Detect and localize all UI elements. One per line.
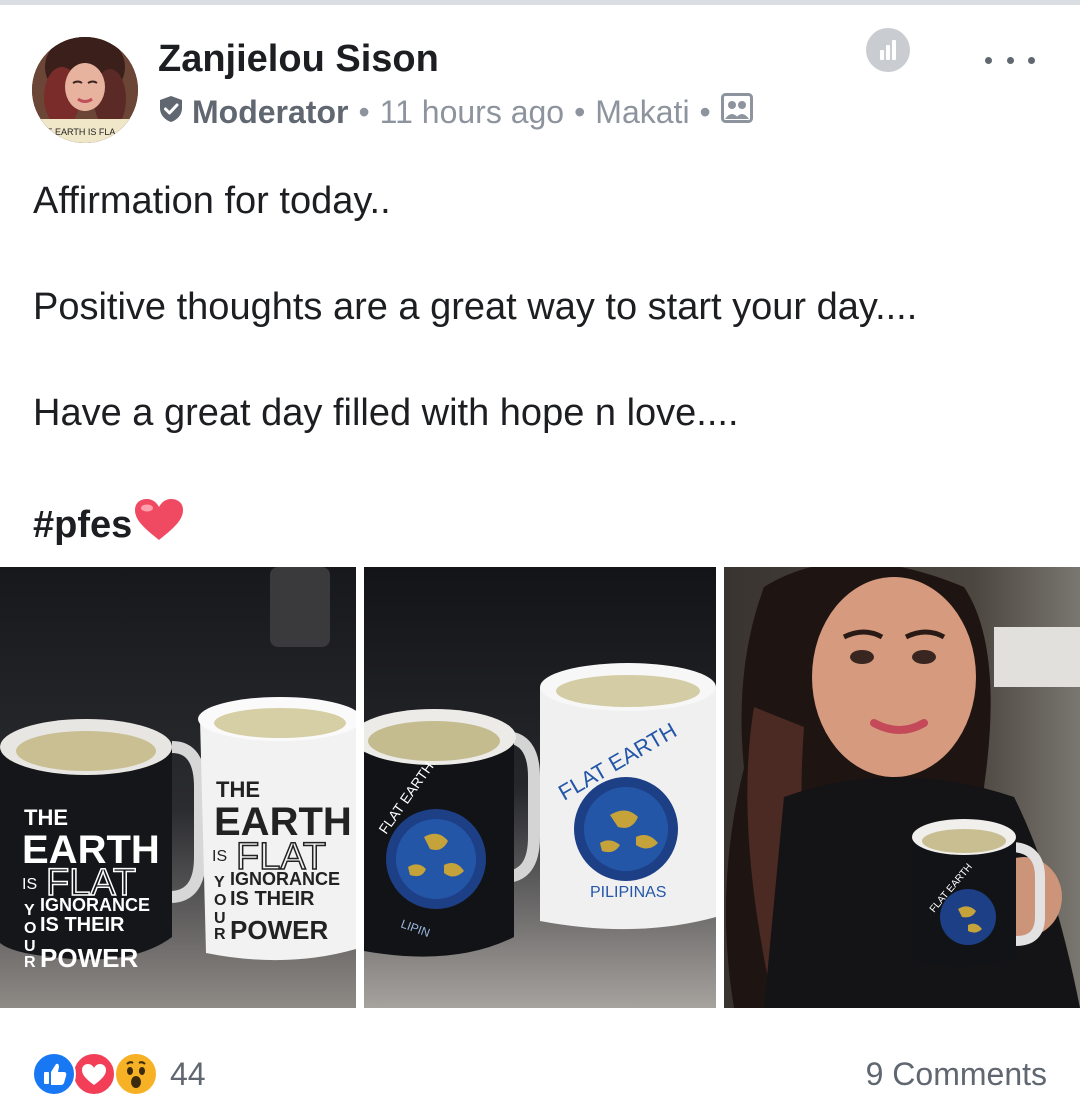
svg-text:Y: Y	[24, 902, 35, 919]
reaction-icons	[32, 1052, 160, 1096]
avatar-sign-text: HE EARTH IS FLA	[40, 127, 115, 137]
author-name[interactable]: Zanjielou Sison	[158, 38, 439, 81]
top-divider	[0, 0, 1080, 5]
like-reaction-icon	[32, 1052, 76, 1096]
svg-text:IGNORANCE: IGNORANCE	[40, 895, 150, 915]
bar-chart-icon[interactable]	[866, 28, 910, 72]
photo-black-and-white-mugs[interactable]: THE EARTH IS FLAT Y IGNORANCE O IS THEIR…	[0, 567, 356, 1008]
svg-text:PILIPINAS: PILIPINAS	[590, 884, 666, 901]
svg-text:IS THEIR: IS THEIR	[40, 914, 125, 936]
photo-flat-earth-pilipinas-mugs[interactable]: FLAT EARTH LIPIN FLAT EARTH PILIPINAS	[364, 567, 716, 1008]
author-avatar[interactable]: HE EARTH IS FLA	[32, 37, 138, 143]
wow-reaction-icon	[114, 1052, 158, 1096]
svg-text:THE: THE	[24, 805, 68, 830]
photo-woman-holding-mug[interactable]: FLAT EARTH	[724, 567, 1080, 1008]
post-hashtag-line: #pfes	[33, 498, 184, 552]
svg-text:Y: Y	[214, 874, 225, 891]
post-location[interactable]: Makati	[595, 94, 689, 131]
post-meta: Moderator • 11 hours ago • Makati •	[158, 92, 753, 132]
svg-text:IS THEIR: IS THEIR	[230, 888, 315, 910]
meta-separator: •	[358, 93, 370, 130]
group-photo-icon	[720, 93, 753, 131]
svg-text:IS: IS	[22, 876, 37, 893]
svg-text:U: U	[214, 910, 226, 927]
meta-separator: •	[574, 93, 586, 130]
comments-count-link[interactable]: 9 Comments	[866, 1056, 1047, 1093]
svg-text:O: O	[24, 920, 36, 937]
svg-text:THE: THE	[216, 777, 260, 802]
svg-text:POWER: POWER	[230, 915, 328, 945]
reaction-count: 44	[170, 1055, 206, 1092]
svg-text:R: R	[24, 954, 36, 971]
hashtag-link[interactable]: #pfes	[33, 504, 132, 547]
svg-text:IGNORANCE: IGNORANCE	[230, 869, 340, 889]
svg-text:O: O	[214, 892, 226, 909]
reactions-summary[interactable]: 44	[32, 1052, 206, 1096]
love-reaction-icon	[72, 1052, 116, 1096]
shield-check-icon	[158, 94, 184, 131]
moderator-badge-label: Moderator	[192, 93, 349, 130]
post-time[interactable]: 11 hours ago	[380, 94, 564, 131]
post-text-line-1: Affirmation for today..	[33, 180, 391, 222]
post-text-line-3: Have a great day filled with hope n love…	[33, 392, 739, 434]
svg-text:IS: IS	[212, 848, 227, 865]
svg-text:U: U	[24, 938, 36, 955]
post-text-line-2: Positive thoughts are a great way to sta…	[33, 286, 918, 328]
svg-text:R: R	[214, 926, 226, 943]
meta-separator: •	[699, 93, 711, 130]
more-horizontal-icon[interactable]	[985, 45, 1035, 75]
svg-text:POWER: POWER	[40, 943, 138, 973]
red-heart-emoji	[134, 498, 184, 552]
